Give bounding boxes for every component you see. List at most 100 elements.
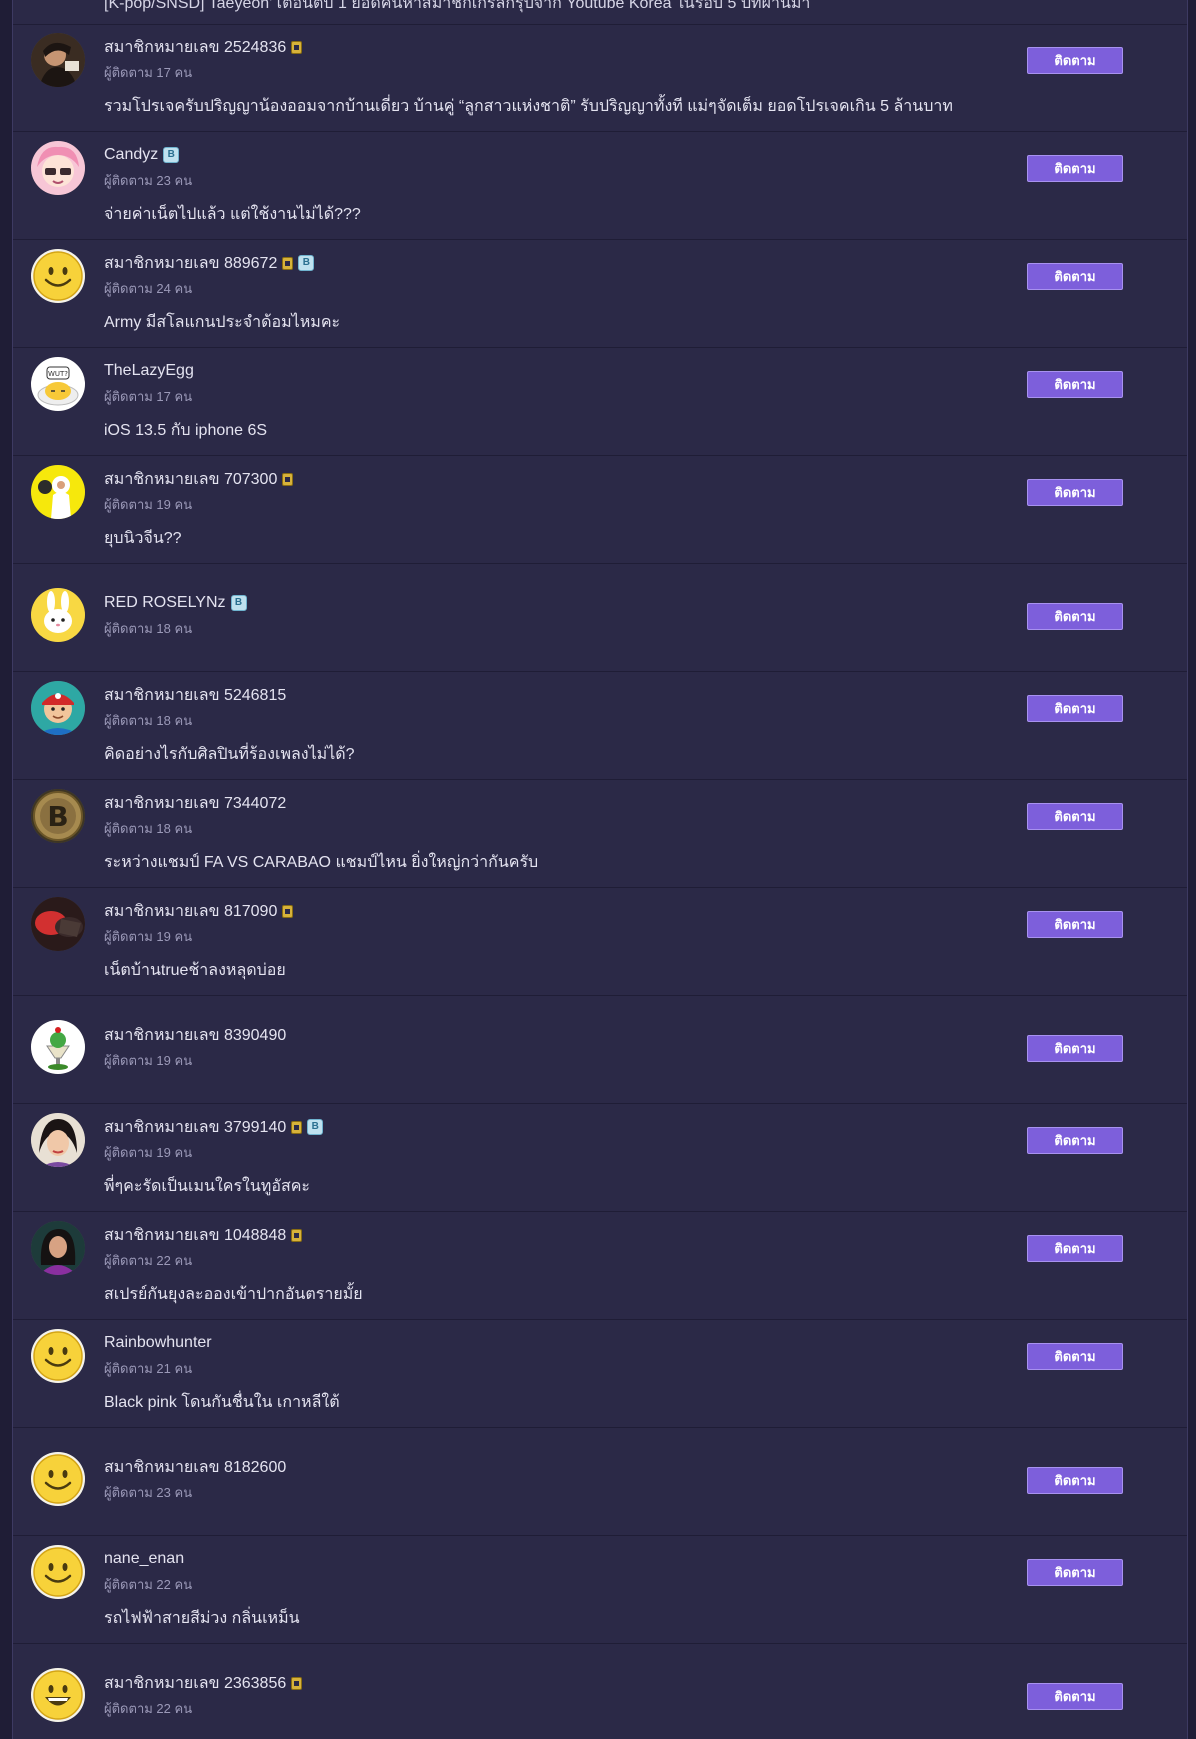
follow-button[interactable]: ติดตาม (1027, 371, 1123, 398)
member-name-line: สมาชิกหมายเลข 5246815 (104, 684, 286, 706)
follow-button[interactable]: ติดตาม (1027, 695, 1123, 722)
follow-button[interactable]: ติดตาม (1027, 47, 1123, 74)
follow-button[interactable]: ติดตาม (1027, 1035, 1123, 1062)
member-name-line: TheLazyEgg (104, 360, 194, 382)
member-name-line: สมาชิกหมายเลข 2363856 (104, 1671, 303, 1696)
member-name-line: สมาชิกหมายเลข 8390490 (104, 1024, 286, 1046)
avatar[interactable] (31, 465, 85, 519)
latest-topic-link[interactable]: ยุบนิวจีน?? (104, 526, 182, 551)
latest-topic-link[interactable]: Army มีสโลแกนประจำด้อมไหมคะ (104, 310, 340, 335)
member-rows: สมาชิกหมายเลข 2524836 ผู้ติดตาม 17 คนรวมโ… (13, 24, 1187, 1739)
follower-count: ผู้ติดตาม 22 คน (104, 1577, 193, 1592)
member-badge-icon (291, 40, 303, 54)
avatar[interactable] (31, 681, 85, 735)
member-name[interactable]: สมาชิกหมายเลข 8182600 (104, 1455, 286, 1480)
member-row: สมาชิกหมายเลข 1048848 ผู้ติดตาม 22 คน สเปร… (13, 1212, 1187, 1320)
avatar[interactable] (31, 588, 85, 642)
member-row: สมาชิกหมายเลข 2524836 ผู้ติดตาม 17 คนรวมโ… (13, 24, 1187, 132)
member-name[interactable]: สมาชิกหมายเลข 8390490 (104, 1023, 286, 1048)
member-name[interactable]: สมาชิกหมายเลข 7344072 (104, 791, 286, 816)
follow-button[interactable]: ติดตาม (1027, 155, 1123, 182)
member-name[interactable]: สมาชิกหมายเลข 2524836 (104, 35, 286, 60)
follow-button[interactable]: ติดตาม (1027, 1559, 1123, 1586)
follow-button[interactable]: ติดตาม (1027, 263, 1123, 290)
follower-count: ผู้ติดตาม 17 คน (104, 65, 193, 80)
follower-count: ผู้ติดตาม 19 คน (104, 1145, 193, 1160)
member-row: สมาชิกหมายเลข 5246815 ผู้ติดตาม 18 คน คิดอ… (13, 672, 1187, 780)
latest-topic-link[interactable]: สเปรย์กันยุงละอองเข้าปากอันตรายมั้ย (104, 1282, 363, 1307)
follow-button[interactable]: ติดตาม (1027, 1343, 1123, 1370)
member-name-line: สมาชิกหมายเลข 7344072 (104, 792, 286, 814)
follower-count: ผู้ติดตาม 18 คน (104, 621, 193, 636)
latest-topic-link[interactable]: จ่ายค่าเน็ตไปแล้ว แต่ใช้งานไม่ได้??? (104, 202, 361, 227)
member-row: สมาชิกหมายเลข 8182600 ผู้ติดตาม 23 คน ติดต… (13, 1428, 1187, 1536)
follower-count: ผู้ติดตาม 19 คน (104, 497, 193, 512)
follower-count: ผู้ติดตาม 19 คน (104, 929, 193, 944)
latest-topic-link[interactable]: ระหว่างแชมป์ FA VS CARABAO แชมป์ไหน ยิ่ง… (104, 850, 538, 875)
member-name-line: สมาชิกหมายเลข 889672 B (104, 251, 315, 276)
member-name[interactable]: สมาชิกหมายเลข 1048848 (104, 1223, 286, 1248)
member-name[interactable]: สมาชิกหมายเลข 2363856 (104, 1671, 286, 1696)
follower-count: ผู้ติดตาม 23 คน (104, 173, 193, 188)
member-name-line: สมาชิกหมายเลข 8182600 (104, 1456, 286, 1478)
avatar[interactable] (31, 897, 85, 951)
follow-button[interactable]: ติดตาม (1027, 803, 1123, 830)
blogger-badge-icon: B (230, 595, 247, 611)
member-row: Rainbowhunter ผู้ติดตาม 21 คน Black pink โ… (13, 1320, 1187, 1428)
previous-item-title-text[interactable]: [K-pop/SNSD] Taeyeon' เตือนตั๊บ 1 ยอดคนห… (104, 0, 810, 16)
latest-topic-link[interactable]: Black pink โดนกันชื่นใน เกาหลีใต้ (104, 1390, 340, 1415)
avatar[interactable] (31, 249, 85, 303)
avatar[interactable] (31, 141, 85, 195)
avatar[interactable] (31, 1452, 85, 1506)
follow-button[interactable]: ติดตาม (1027, 1467, 1123, 1494)
follow-button[interactable]: ติดตาม (1027, 603, 1123, 630)
blogger-badge-icon: B (307, 1119, 324, 1135)
follow-button[interactable]: ติดตาม (1027, 1235, 1123, 1262)
avatar[interactable] (31, 1329, 85, 1383)
member-row: WUT? TheLazyEgg ผู้ติดตาม 17 คน iOS 13.5 กั… (13, 348, 1187, 456)
member-row: สมาชิกหมายเลข 8390490 ผู้ติดตาม 19 คน ติดต… (13, 996, 1187, 1104)
previous-item-title[interactable]: [K-pop/SNSD] Taeyeon' เตือนตั๊บ 1 ยอดคนห… (13, 0, 1187, 25)
follow-button[interactable]: ติดตาม (1027, 1127, 1123, 1154)
avatar[interactable] (31, 1113, 85, 1167)
latest-topic-link[interactable]: เน็ตบ้านtrueช้าลงหลุดบ่อย (104, 958, 286, 983)
member-row: B สมาชิกหมายเลข 7344072 ผู้ติดตาม 18 คนระห… (13, 780, 1187, 888)
member-name[interactable]: สมาชิกหมายเลข 707300 (104, 467, 277, 492)
member-row: สมาชิกหมายเลข 707300 ผู้ติดตาม 19 คนยุบนิ… (13, 456, 1187, 564)
member-name[interactable]: สมาชิกหมายเลข 889672 (104, 251, 277, 276)
follow-button[interactable]: ติดตาม (1027, 479, 1123, 506)
latest-topic-link[interactable]: รวมโปรเจครับปริญญาน้องออมจากบ้านเดี่ยว บ… (104, 94, 953, 119)
member-name[interactable]: RED ROSELYNz (104, 594, 226, 612)
member-badge-icon (291, 1676, 303, 1690)
latest-topic-link[interactable]: รถไฟฟ้าสายสีม่วง กลิ่นเหม็น (104, 1606, 300, 1631)
svg-text:WUT?: WUT? (48, 370, 68, 378)
member-name-line: สมาชิกหมายเลข 2524836 (104, 35, 303, 60)
member-name[interactable]: Candyz (104, 146, 158, 164)
latest-topic-link[interactable]: iOS 13.5 กับ iphone 6S (104, 418, 267, 443)
follower-count: ผู้ติดตาม 18 คน (104, 821, 193, 836)
latest-topic-link[interactable]: คิดอย่างไรกับศิลปินที่ร้องเพลงไม่ได้? (104, 742, 355, 767)
avatar[interactable] (31, 1221, 85, 1275)
member-row: สมาชิกหมายเลข 889672 B ผู้ติดตาม 24 คน Army… (13, 240, 1187, 348)
member-name[interactable]: สมาชิกหมายเลข 5246815 (104, 683, 286, 708)
member-name-line: RED ROSELYNz B (104, 592, 247, 614)
member-name[interactable]: Rainbowhunter (104, 1334, 212, 1352)
follow-button[interactable]: ติดตาม (1027, 911, 1123, 938)
latest-topic-link[interactable]: พี่ๆคะรัดเป็นเมนใครในทูอัสคะ (104, 1174, 310, 1199)
member-row: สมาชิกหมายเลข 3799140 B ผู้ติดตาม 19 คนพี่… (13, 1104, 1187, 1212)
member-badge-icon (291, 1228, 303, 1242)
avatar[interactable] (31, 33, 85, 87)
avatar[interactable]: WUT? (31, 357, 85, 411)
avatar[interactable] (31, 1668, 85, 1722)
follow-button[interactable]: ติดตาม (1027, 1683, 1123, 1710)
member-badge-icon (282, 904, 294, 918)
member-name[interactable]: สมาชิกหมายเลข 3799140 (104, 1115, 286, 1140)
member-name[interactable]: สมาชิกหมายเลข 817090 (104, 899, 277, 924)
svg-text:B: B (47, 800, 68, 833)
follower-count: ผู้ติดตาม 19 คน (104, 1053, 193, 1068)
avatar[interactable]: B (31, 789, 85, 843)
avatar[interactable] (31, 1020, 85, 1074)
member-name[interactable]: nane_enan (104, 1550, 184, 1568)
member-name[interactable]: TheLazyEgg (104, 362, 194, 380)
avatar[interactable] (31, 1545, 85, 1599)
